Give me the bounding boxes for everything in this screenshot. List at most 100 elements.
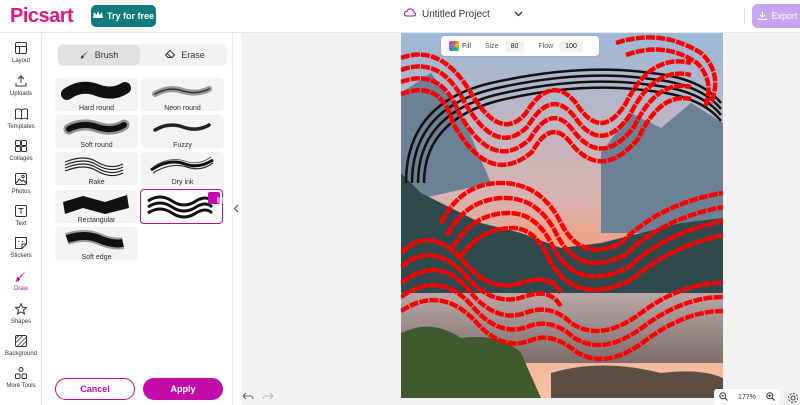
collapse-panel-chevron-icon[interactable] [231, 200, 241, 216]
size-input[interactable]: 80 [504, 40, 525, 52]
try-for-free-label: Try for free [106, 11, 155, 21]
more-tools-icon [14, 366, 28, 380]
brush-fuzzy[interactable]: Fuzzy [141, 115, 224, 149]
dry-ink-stroke-icon [150, 156, 214, 174]
rail-item-collages[interactable]: Collages [0, 139, 42, 169]
rail-item-layout[interactable]: Layout [0, 41, 42, 71]
rail-item-background[interactable]: Background [0, 334, 42, 364]
draw-panel: Brush Erase Hard round Neon round Soft r… [43, 33, 233, 405]
brush-name: Rectangular [77, 217, 116, 224]
divider [744, 8, 745, 24]
zoom-in-icon[interactable] [766, 391, 775, 403]
brush-name: Soft edge [81, 254, 112, 261]
brush-hard-round[interactable]: Hard round [55, 78, 138, 112]
rail-item-label: Photos [11, 189, 31, 195]
rail-item-label: Draw [13, 286, 28, 292]
brush-name: Fuzzy [173, 142, 192, 149]
brush-soft-edge[interactable]: Soft edge [55, 227, 138, 261]
rail-item-label: Text [15, 221, 27, 227]
brush-name: Neon round [164, 105, 201, 112]
brush-rectangular[interactable]: Rectangular [55, 190, 138, 224]
flow-input[interactable]: 100 [559, 40, 583, 52]
fill-label: Fill [462, 42, 471, 50]
undo-icon[interactable] [242, 392, 254, 404]
layout-icon [14, 41, 28, 55]
try-for-free-button[interactable]: Try for free [91, 5, 156, 27]
crown-icon [92, 11, 103, 21]
left-rail: Layout Uploads Templates Collages Photos… [0, 33, 42, 405]
fuzzy-stroke-icon [153, 123, 211, 132]
templates-icon [14, 107, 28, 121]
gear-icon[interactable] [787, 391, 799, 403]
apply-button[interactable]: Apply [143, 378, 223, 400]
brush-soft-round[interactable]: Soft round [55, 115, 138, 149]
brush-neon-round[interactable]: Neon round [141, 78, 224, 112]
brush-custom-selected[interactable] [140, 189, 223, 224]
upload-icon [14, 74, 28, 88]
photo-icon [14, 172, 28, 186]
hard-round-stroke-icon [61, 81, 131, 100]
canvas-image[interactable] [401, 33, 723, 398]
rail-item-label: Shapes [10, 319, 32, 325]
rail-item-label: Uploads [9, 91, 32, 97]
brush-icon [14, 269, 28, 283]
landscape-photo-with-drawing [401, 33, 723, 398]
sticker-icon [14, 236, 28, 250]
export-button[interactable]: Export [752, 4, 800, 28]
rail-item-shapes[interactable]: Shapes [0, 302, 42, 332]
brush-icon [80, 50, 89, 61]
rail-item-text[interactable]: Text [0, 204, 42, 234]
export-label: Export [771, 11, 798, 21]
collage-icon [14, 139, 28, 153]
zoom-out-icon[interactable] [719, 391, 728, 403]
rail-item-label: Stickers [10, 253, 32, 259]
rail-item-label: More Tools [6, 383, 36, 389]
size-label: Size [484, 42, 499, 50]
rail-item-uploads[interactable]: Uploads [0, 74, 42, 104]
rail-item-stickers[interactable]: Stickers [0, 236, 42, 266]
tab-erase[interactable]: Erase [144, 45, 226, 65]
text-icon [14, 204, 28, 218]
tab-brush-label: Brush [94, 50, 119, 60]
project-title-label: Untitled Project [422, 8, 490, 20]
rail-item-label: Templates [7, 124, 35, 130]
download-icon [758, 11, 768, 22]
brush-name: Soft round [80, 142, 113, 149]
zoom-control: 177% [714, 389, 780, 405]
brush-name: Dry ink [171, 179, 194, 186]
rail-item-label: Collages [9, 156, 33, 162]
color-swatch-icon [449, 41, 459, 51]
brush-settings-icon[interactable] [208, 192, 223, 204]
flow-label: Flow [538, 42, 554, 50]
rail-item-draw[interactable]: Draw [0, 269, 42, 299]
fill-control[interactable]: Fill [449, 41, 471, 51]
star-icon [14, 302, 28, 316]
rail-item-label: Background [4, 351, 38, 357]
wavy-stroke-icon [147, 195, 214, 219]
rail-item-templates[interactable]: Templates [0, 107, 42, 137]
top-bar: Picsart Try for free Untitled Project Ex… [0, 0, 800, 33]
background-icon [14, 334, 28, 348]
cloud-icon [403, 8, 417, 20]
zoom-level[interactable]: 177% [738, 394, 756, 401]
tab-brush[interactable]: Brush [58, 45, 140, 65]
brush-toolbar: Fill Size 80 Flow 100 [441, 36, 599, 56]
rail-item-label: Layout [11, 58, 30, 64]
rail-item-more-tools[interactable]: More Tools [0, 366, 42, 396]
rail-item-photos[interactable]: Photos [0, 172, 42, 202]
neon-round-stroke-icon [152, 86, 212, 97]
eraser-icon [165, 49, 176, 60]
redo-icon[interactable] [262, 392, 274, 404]
picsart-logo[interactable]: Picsart [10, 5, 74, 28]
brush-rake[interactable]: Rake [55, 152, 138, 186]
brush-dry-ink[interactable]: Dry ink [141, 152, 224, 186]
soft-edge-stroke-icon [65, 230, 125, 250]
soft-round-stroke-icon [63, 119, 130, 135]
project-title[interactable]: Untitled Project [403, 8, 523, 20]
chevron-down-icon[interactable] [514, 9, 523, 20]
brush-name: Rake [88, 179, 105, 186]
rectangular-stroke-icon [63, 195, 129, 214]
brush-name: Hard round [78, 105, 115, 112]
rake-stroke-icon [64, 157, 124, 177]
cancel-button[interactable]: Cancel [55, 378, 135, 400]
